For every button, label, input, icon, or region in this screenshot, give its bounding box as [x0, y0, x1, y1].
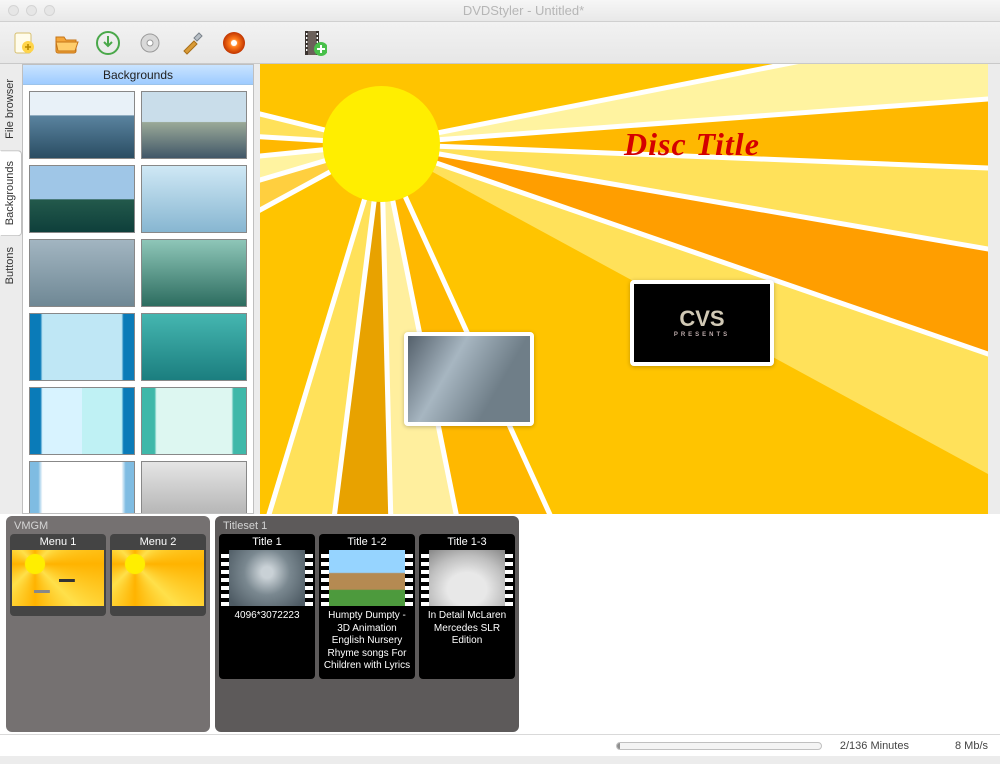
tools-button[interactable]	[178, 29, 206, 57]
window-title: DVDStyler - Untitled*	[55, 3, 992, 18]
background-thumb[interactable]	[29, 165, 135, 233]
title-item[interactable]: Title 1 4096*3072223	[219, 534, 315, 679]
background-thumb[interactable]	[29, 313, 135, 381]
menu-video-thumbnail-1[interactable]	[404, 332, 534, 426]
menu-caption	[10, 606, 106, 616]
side-tab-strip: Buttons Backgrounds File browser	[0, 64, 22, 514]
background-thumb[interactable]	[29, 239, 135, 307]
side-tab-buttons[interactable]: Buttons	[0, 236, 22, 295]
title-item-label: Title 1-3	[419, 534, 515, 550]
background-thumb[interactable]	[141, 165, 247, 233]
canvas-area: Disc Title CVS PRESENTS	[254, 64, 1000, 514]
side-tab-filebrowser[interactable]: File browser	[0, 68, 22, 150]
window-controls[interactable]	[8, 5, 55, 16]
main-toolbar	[0, 22, 1000, 64]
timeline: VMGM Menu 1 Menu 2 Titleset 1 Title 1 40…	[0, 514, 1000, 734]
workspace: Buttons Backgrounds File browser Backgro…	[0, 64, 1000, 514]
disc-title-text[interactable]: Disc Title	[624, 126, 760, 163]
open-project-button[interactable]	[52, 29, 80, 57]
background-thumb[interactable]	[29, 461, 135, 513]
logo-subtext: PRESENTS	[674, 332, 730, 338]
menu-thumbnail	[12, 550, 104, 606]
title-caption: 4096*3072223	[219, 606, 315, 679]
menu-item[interactable]: Menu 2	[110, 534, 206, 616]
title-thumbnail	[221, 550, 313, 606]
backgrounds-panel: Backgrounds	[22, 64, 254, 514]
title-item[interactable]: Title 1-2 Humpty Dumpty - 3D Animation E…	[319, 534, 415, 679]
title-caption: Humpty Dumpty - 3D Animation English Nur…	[319, 606, 415, 679]
backgrounds-grid[interactable]	[23, 85, 253, 513]
background-thumb[interactable]	[141, 387, 247, 455]
menu-canvas[interactable]: Disc Title CVS PRESENTS	[260, 64, 988, 514]
side-tab-backgrounds[interactable]: Backgrounds	[0, 150, 22, 236]
background-thumb[interactable]	[29, 91, 135, 159]
minimize-window-icon[interactable]	[26, 5, 37, 16]
close-window-icon[interactable]	[8, 5, 19, 16]
title-item[interactable]: Title 1-3 In Detail McLaren Mercedes SLR…	[419, 534, 515, 679]
background-thumb[interactable]	[29, 387, 135, 455]
titleset-label: Titleset 1	[219, 520, 515, 534]
save-project-button[interactable]	[94, 29, 122, 57]
vmgm-label: VMGM	[10, 520, 206, 534]
menu-item-label: Menu 2	[110, 534, 206, 550]
background-thumb[interactable]	[141, 313, 247, 381]
title-item-label: Title 1-2	[319, 534, 415, 550]
menu-item-label: Menu 1	[10, 534, 106, 550]
logo-text: CVS	[679, 306, 724, 331]
menu-item[interactable]: Menu 1	[10, 534, 106, 616]
menu-caption	[110, 606, 206, 616]
background-thumb[interactable]	[141, 239, 247, 307]
settings-button[interactable]	[136, 29, 164, 57]
new-project-button[interactable]	[10, 29, 38, 57]
zoom-window-icon[interactable]	[44, 5, 55, 16]
add-video-button[interactable]	[300, 29, 328, 57]
title-thumbnail	[421, 550, 513, 606]
disc-usage-progress	[616, 742, 822, 750]
status-bitrate: 8 Mb/s	[955, 740, 988, 752]
vmgm-group[interactable]: VMGM Menu 1 Menu 2	[6, 516, 210, 732]
status-minutes: 2/136 Minutes	[840, 740, 909, 752]
background-thumb[interactable]	[141, 461, 247, 513]
menu-thumbnail	[112, 550, 204, 606]
title-item-label: Title 1	[219, 534, 315, 550]
backgrounds-panel-header: Backgrounds	[23, 65, 253, 85]
titleset-group[interactable]: Titleset 1 Title 1 4096*3072223 Title 1-…	[215, 516, 519, 732]
burn-disc-button[interactable]	[220, 29, 248, 57]
status-bar: 2/136 Minutes 8 Mb/s	[0, 734, 1000, 756]
title-thumbnail	[321, 550, 413, 606]
window-titlebar: DVDStyler - Untitled*	[0, 0, 1000, 22]
title-caption: In Detail McLaren Mercedes SLR Edition	[419, 606, 515, 679]
background-thumb[interactable]	[141, 91, 247, 159]
menu-video-thumbnail-2[interactable]: CVS PRESENTS	[630, 280, 774, 366]
